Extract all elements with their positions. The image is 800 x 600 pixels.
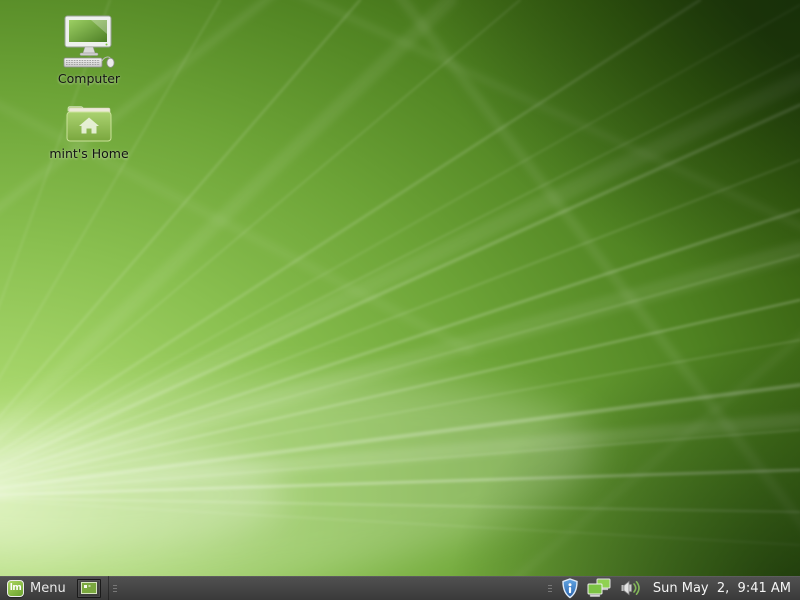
system-tray: Sun May 2, 9:41 AM	[547, 576, 800, 600]
linux-mint-logo-icon: lm	[7, 580, 24, 597]
bottom-panel: lm Menu	[0, 576, 800, 600]
desktop[interactable]: Computer mint's Home	[0, 0, 800, 600]
desktop-icon-home[interactable]: mint's Home	[39, 104, 139, 161]
tray-drag-handle[interactable]	[547, 576, 553, 600]
clock-applet[interactable]: Sun May 2, 9:41 AM	[653, 581, 791, 596]
update-manager-tray-item[interactable]	[560, 578, 580, 599]
update-manager-shield-icon	[560, 578, 580, 599]
wallpaper-image	[0, 0, 800, 600]
menu-button-label: Menu	[30, 581, 66, 596]
show-desktop-button[interactable]	[77, 579, 101, 598]
network-manager-icon	[587, 578, 613, 598]
network-manager-tray-item[interactable]	[587, 578, 613, 598]
desktop-icon-computer[interactable]: Computer	[39, 15, 139, 86]
desktop-icon-label-computer: Computer	[58, 72, 120, 86]
show-desktop-icon	[81, 582, 97, 594]
window-list-drag-handle[interactable]	[108, 576, 121, 600]
volume-icon	[620, 579, 642, 597]
desktop-icon-label-home: mint's Home	[49, 147, 128, 161]
computer-monitor-icon	[60, 15, 118, 69]
menu-button[interactable]: lm Menu	[0, 576, 74, 600]
volume-tray-item[interactable]	[620, 579, 642, 597]
home-folder-icon	[65, 104, 113, 144]
